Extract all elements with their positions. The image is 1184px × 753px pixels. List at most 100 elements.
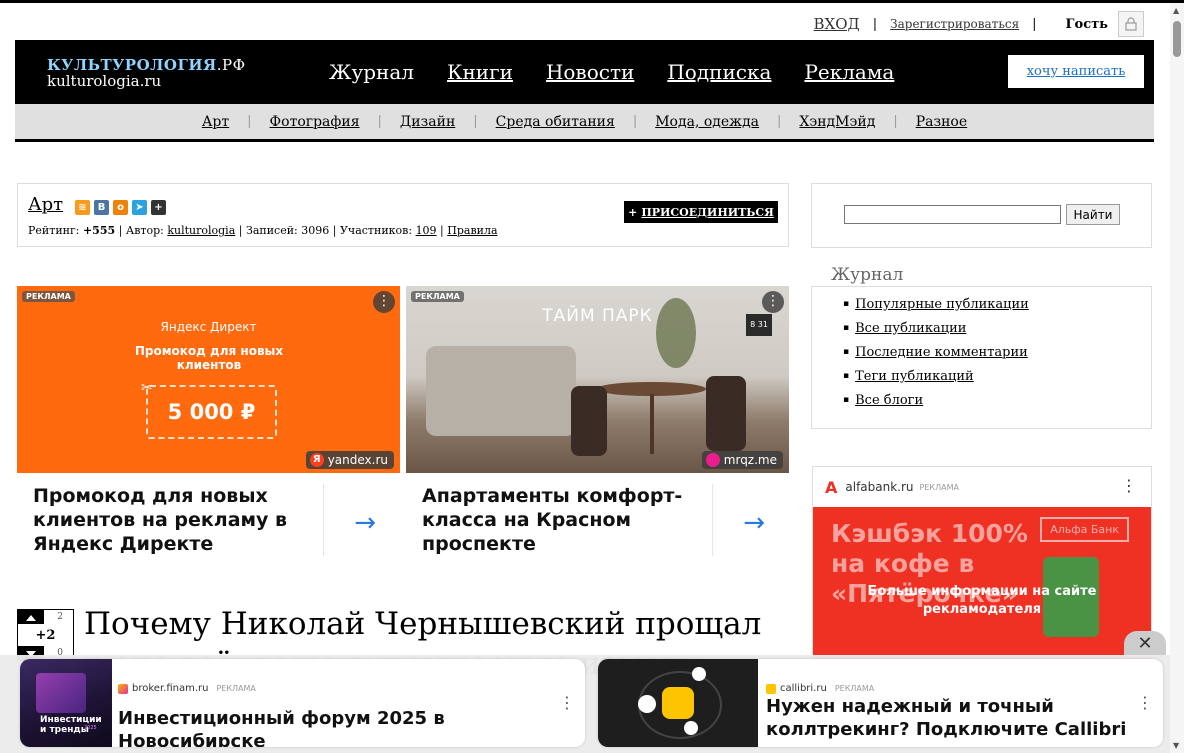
login-link[interactable]: ВХОД [814, 15, 860, 33]
plus-share-icon[interactable]: + [151, 200, 166, 215]
register-link[interactable]: Зарегистрироваться [890, 17, 1019, 31]
more-icon[interactable]: ⋮ [373, 291, 395, 313]
alfa-ad-banner[interactable]: Кэшбэк 100% на кофе в «Пятёрочке» Альфа … [813, 507, 1151, 667]
arrow-right-icon[interactable]: → [743, 508, 765, 538]
ad-text[interactable]: Промокод для новых клиентов на рекламу в… [33, 484, 303, 556]
rating-label: Рейтинг: [28, 224, 80, 237]
alfa-domain[interactable]: alfabank.ru [845, 480, 913, 494]
join-button[interactable]: + ПРИСОЕДИНИТЬСЯ [624, 201, 778, 223]
telegram-icon[interactable]: ➤ [132, 200, 147, 215]
share-icons: ≋ B o ➤ + [75, 200, 166, 215]
search-input[interactable] [844, 205, 1061, 224]
ad-image[interactable]: ТАЙМ ПАРК 8 31 РЕКЛАМА ⋮ mrqz.me [406, 286, 789, 473]
last-comments-link[interactable]: Последние комментарии [855, 345, 1028, 360]
more-icon[interactable]: ⋮ [1137, 693, 1153, 712]
close-icon[interactable]: ✕ [1124, 631, 1166, 657]
ad-card-apartments[interactable]: ТАЙМ ПАРК 8 31 РЕКЛАМА ⋮ mrqz.me Апартам… [406, 286, 789, 556]
cat-environment[interactable]: Среда обитания [496, 114, 615, 130]
tags-link[interactable]: Теги публикаций [855, 369, 974, 384]
arrow-right-icon[interactable]: → [354, 508, 376, 538]
search-button[interactable]: Найти [1066, 204, 1120, 225]
vote-up-button[interactable] [18, 610, 44, 624]
nav-subscribe[interactable]: Подписка [667, 60, 771, 84]
rules-link[interactable]: Правила [447, 224, 497, 237]
write-link[interactable]: хочу написать [1027, 64, 1126, 79]
up-count: 2 [57, 612, 63, 622]
records-count: 3096 [301, 224, 330, 237]
chair-shape [706, 376, 746, 451]
alfa-ad-header: А alfabank.ru РЕКЛАМА ⋮ [813, 467, 1151, 507]
divider [712, 484, 713, 556]
all-publications-link[interactable]: Все публикации [855, 321, 966, 336]
more-icon[interactable]: ⋮ [1121, 476, 1137, 495]
nav-journal[interactable]: Журнал [329, 60, 414, 84]
ad-label: РЕКЛАМА [22, 291, 75, 302]
coupon-amount: 5 000 ₽ [167, 400, 256, 424]
ad-domain-text: yandex.ru [327, 453, 388, 467]
cat-misc[interactable]: Разное [916, 114, 967, 130]
write-button[interactable]: хочу написать [1008, 55, 1144, 88]
alfa-logo-icon: А [825, 477, 838, 497]
nav-books[interactable]: Книги [447, 60, 513, 84]
list-item: Последние комментарии [843, 345, 1151, 363]
ad-domain[interactable]: Яyandex.ru [305, 451, 394, 469]
odnoklassniki-icon[interactable]: o [113, 200, 128, 215]
bottom-ad-callibri[interactable]: callibri.ru РЕКЛАМА Нужен надежный и точн… [598, 659, 1163, 747]
scrollbar-thumb[interactable] [1173, 21, 1181, 57]
separator: | [1032, 16, 1037, 32]
sofa-shape [426, 346, 576, 436]
ad-domain[interactable]: mrqz.me [701, 451, 783, 469]
mrqz-icon [705, 453, 720, 467]
site-logo[interactable]: КУЛЬТУРОЛОГИЯ.РФ kulturologia.ru [47, 56, 246, 90]
scissors-icon: ✂ [141, 380, 153, 396]
separator: | [247, 114, 252, 129]
clock-display: 8 31 [746, 314, 772, 336]
ad-domain: callibri.ru РЕКЛАМА [766, 683, 874, 694]
cat-art[interactable]: Арт [202, 114, 229, 130]
more-icon[interactable]: ⋮ [762, 291, 784, 313]
plus-icon: + [628, 205, 638, 219]
vk-icon[interactable]: B [94, 200, 109, 215]
rss-icon[interactable]: ≋ [75, 200, 90, 215]
author-label: Автор: [125, 224, 164, 237]
ad-image [598, 659, 758, 747]
ad-text[interactable]: Апартаменты комфорт-класса на Красном пр… [422, 484, 692, 556]
bell-icon [692, 667, 706, 681]
ad-domain-text: callibri.ru [780, 683, 827, 694]
list-item: Популярные публикации [843, 297, 1151, 315]
cat-photo[interactable]: Фотография [270, 114, 360, 130]
journal-heading: Журнал [831, 265, 904, 285]
lock-icon[interactable] [1118, 11, 1144, 37]
blog-info: Арт ≋ B o ➤ + Рейтинг: +555 | Автор: kul… [17, 183, 789, 247]
ad-image[interactable]: Яндекс Директ Промокод для новых клиенто… [17, 286, 400, 473]
cat-fashion[interactable]: Мода, одежда [655, 114, 759, 130]
blog-title[interactable]: Арт [28, 194, 63, 215]
divider [323, 484, 324, 556]
separator: | [893, 114, 898, 129]
auth-bar: ВХОД | Зарегистрироваться | Гость [814, 11, 1144, 37]
cat-design[interactable]: Дизайн [400, 114, 455, 130]
ad-card-yandex[interactable]: Яндекс Директ Промокод для новых клиенто… [17, 286, 400, 556]
search-box: Найти [811, 183, 1152, 248]
scrollbar[interactable]: ▲ ▼ [1170, 3, 1184, 753]
cat-handmade[interactable]: ХэндМэйд [799, 114, 875, 130]
scroll-up-icon[interactable]: ▲ [1173, 6, 1179, 15]
bottom-ad-bar: Инвестиции и тренды 2025 broker.finam.ru… [0, 655, 1170, 753]
all-blogs-link[interactable]: Все блоги [855, 393, 923, 408]
table-leg [650, 394, 654, 454]
site-header: КУЛЬТУРОЛОГИЯ.РФ kulturologia.ru Журнал … [15, 40, 1154, 104]
author-link[interactable]: kulturologia [167, 224, 235, 237]
separator: | [777, 114, 782, 129]
more-icon[interactable]: ⋮ [559, 693, 575, 712]
vote-widget: 2 +2 0 [17, 609, 74, 661]
members-link[interactable]: 109 [416, 224, 437, 237]
nav-news[interactable]: Новости [546, 60, 634, 84]
plant-shape [656, 298, 696, 368]
alfa-overlay-text: Больше информации на сайте рекламодателя [867, 584, 1097, 617]
nav-advert[interactable]: Реклама [804, 60, 894, 84]
popular-link[interactable]: Популярные публикации [855, 297, 1029, 312]
scroll-down-icon[interactable]: ▼ [1173, 741, 1179, 750]
alfa-ad[interactable]: А alfabank.ru РЕКЛАМА ⋮ Кэшбэк 100% на к… [812, 466, 1152, 668]
separator: | [473, 114, 478, 129]
bottom-ad-finam[interactable]: Инвестиции и тренды 2025 broker.finam.ru… [20, 659, 585, 747]
